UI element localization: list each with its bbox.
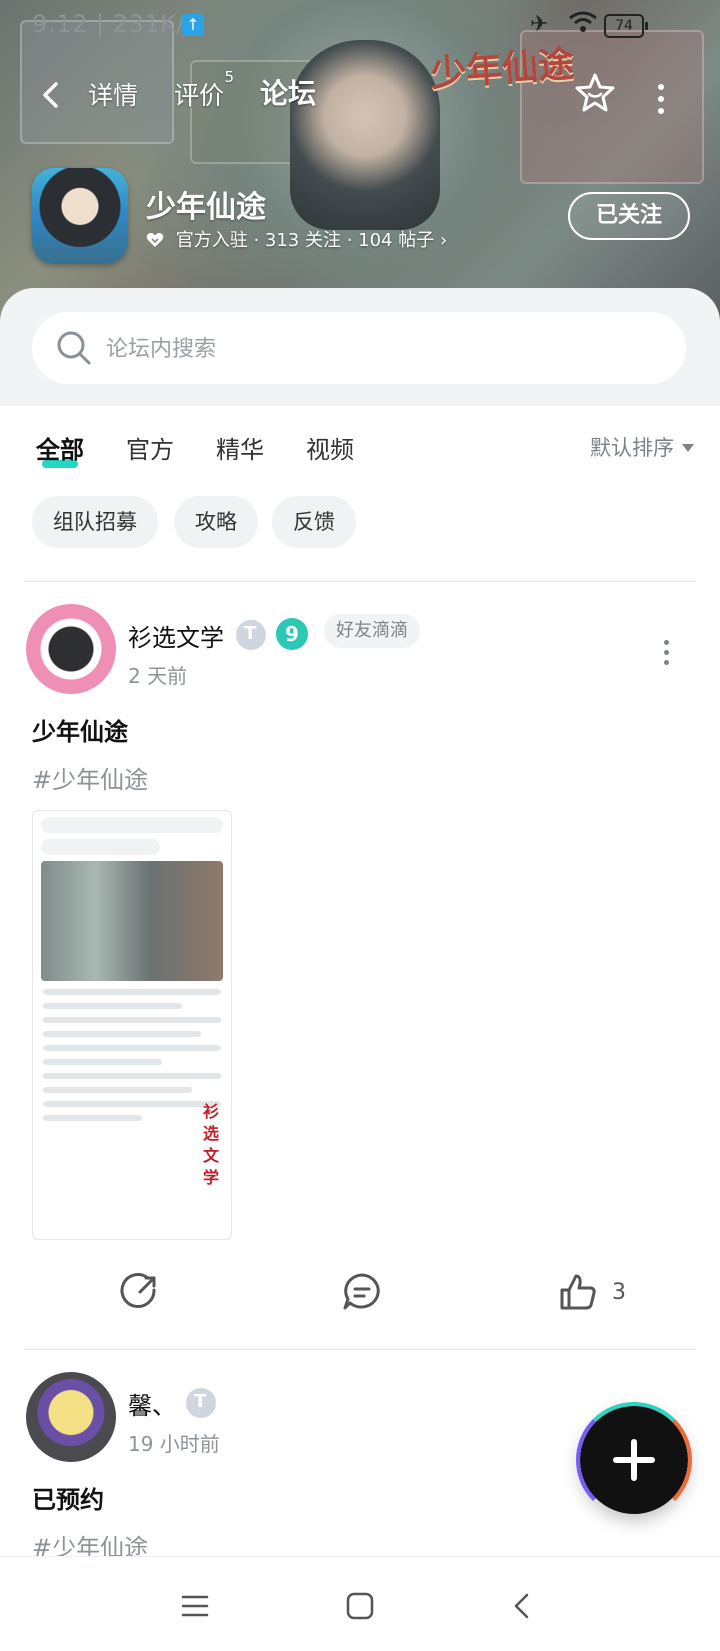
post-author-name[interactable]: 衫选文学 <box>128 618 224 653</box>
chip-team-recruit[interactable]: 组队招募 <box>32 496 158 548</box>
image-thumb-line <box>43 1115 142 1121</box>
caret-down-icon <box>682 444 694 452</box>
post-title[interactable]: 少年仙途 <box>32 712 128 747</box>
chip-guides[interactable]: 攻略 <box>174 496 258 548</box>
comment-icon[interactable] <box>340 1270 384 1314</box>
post-time: 2 天前 <box>128 664 188 688</box>
filter-tab-official[interactable]: 官方 <box>126 430 174 465</box>
image-thumb-line <box>43 1045 221 1051</box>
tab-reviews[interactable]: 评价 5 <box>174 68 234 112</box>
game-header-banner: 少年仙途 <box>0 0 720 320</box>
image-thumb-line <box>43 1101 221 1107</box>
post-actions: 3 <box>0 1270 720 1330</box>
avatar[interactable] <box>26 1372 116 1462</box>
image-side-text: 衫选文学 <box>202 1102 219 1187</box>
image-thumb-line <box>43 1003 182 1009</box>
status-bar: 9:12 | 231K/s ↑ ✈ 74 <box>0 0 720 48</box>
avatar[interactable] <box>26 604 116 694</box>
filter-tabs: 全部 官方 精华 视频 默认排序 <box>0 430 720 480</box>
game-stats[interactable]: 官方入驻 · 313 关注 · 104 帖子 › <box>146 226 447 252</box>
image-thumb-line <box>43 1059 162 1065</box>
image-thumb-banner <box>41 861 223 981</box>
level-badge: 9 <box>276 618 308 650</box>
image-thumb-line <box>43 989 221 995</box>
image-thumb-line <box>43 1017 221 1023</box>
search-input[interactable] <box>104 322 668 376</box>
battery-icon: 74 <box>604 14 648 38</box>
filter-tab-all[interactable]: 全部 <box>36 430 84 465</box>
image-thumb-line <box>43 1031 202 1037</box>
back-icon[interactable] <box>508 1591 538 1621</box>
game-stats-text: 官方入驻 · 313 关注 · 104 帖子 <box>175 230 435 251</box>
filter-tab-featured[interactable]: 精华 <box>216 430 264 465</box>
post-author-name[interactable]: 馨、 <box>128 1386 176 1421</box>
author-tag: 好友滴滴 <box>324 614 420 648</box>
image-thumb-line <box>43 1087 192 1093</box>
search-bar[interactable] <box>32 312 686 384</box>
back-arrow-icon[interactable] <box>36 80 66 110</box>
post-title[interactable]: 已预约 <box>32 1480 104 1515</box>
search-section <box>0 288 720 406</box>
follow-button[interactable]: 已关注 <box>568 192 690 240</box>
upload-icon: ↑ <box>182 14 204 36</box>
title-badge-icon <box>186 1388 216 1418</box>
divider <box>24 580 696 582</box>
thumbs-up-icon[interactable] <box>556 1270 600 1314</box>
banner-character-art <box>290 40 440 230</box>
home-icon[interactable] <box>345 1591 375 1621</box>
tab-reviews-label: 评价 <box>174 81 225 110</box>
search-icon <box>57 331 91 365</box>
star-icon[interactable] <box>574 72 616 114</box>
airplane-mode-icon: ✈ <box>530 12 549 37</box>
filter-tab-video[interactable]: 视频 <box>306 430 354 465</box>
image-thumb-nav <box>41 839 160 855</box>
post-hashtag[interactable]: #少年仙途 <box>32 760 148 795</box>
system-navigation-bar <box>0 1556 720 1651</box>
create-post-button[interactable] <box>576 1402 692 1518</box>
image-thumb-line <box>43 1073 221 1079</box>
post-image[interactable]: 衫选文学 <box>32 810 232 1240</box>
review-count-badge: 5 <box>224 68 235 86</box>
menu-icon[interactable] <box>180 1591 210 1621</box>
wifi-icon <box>568 10 598 40</box>
post-more-icon[interactable] <box>664 640 672 665</box>
post-time: 19 小时前 <box>128 1432 220 1456</box>
game-app-icon <box>32 168 128 264</box>
divider <box>24 1348 696 1350</box>
heart-icon <box>146 233 164 247</box>
chip-feedback[interactable]: 反馈 <box>272 496 356 548</box>
image-thumb-search-bar <box>41 817 223 833</box>
share-icon[interactable] <box>118 1270 162 1314</box>
tab-forum-label: 论坛 <box>260 77 317 110</box>
chevron-right-icon: › <box>439 230 448 251</box>
status-time-speed: 9:12 | 231K/s <box>32 10 198 38</box>
tab-forum[interactable]: 论坛 <box>260 72 316 112</box>
game-title: 少年仙途 <box>146 190 266 225</box>
like-count: 3 <box>612 1280 626 1305</box>
sort-dropdown[interactable]: 默认排序 <box>590 432 694 462</box>
tab-details-label: 详情 <box>88 81 139 110</box>
title-badge-icon <box>236 620 266 650</box>
sort-label: 默认排序 <box>590 436 674 460</box>
tab-details[interactable]: 详情 <box>88 76 138 112</box>
more-options-icon[interactable] <box>658 84 666 114</box>
